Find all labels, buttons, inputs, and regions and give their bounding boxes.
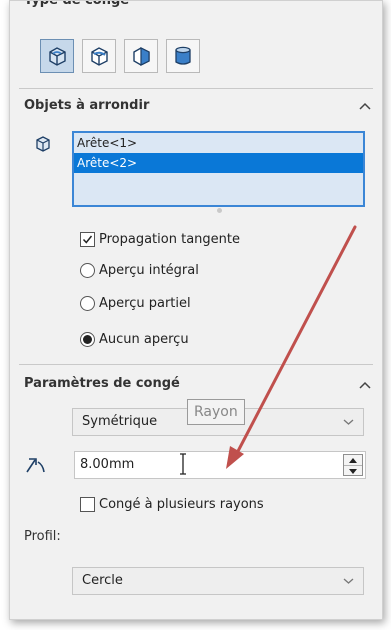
radius-spinner[interactable] xyxy=(343,454,363,476)
partial-preview-label: Aperçu partiel xyxy=(99,296,191,311)
no-preview-label: Aucun aperçu xyxy=(99,332,189,347)
spin-down-button[interactable] xyxy=(344,465,362,476)
propagation-checkbox[interactable] xyxy=(80,232,95,247)
radius-input[interactable]: 8.00mm xyxy=(74,451,366,479)
radius-icon xyxy=(26,458,45,473)
chevron-down-icon xyxy=(343,578,354,584)
propagation-option[interactable]: Propagation tangente xyxy=(80,232,240,247)
profile-value: Cercle xyxy=(82,573,123,588)
no-preview-option[interactable]: Aucun aperçu xyxy=(80,332,189,347)
chevron-up-icon[interactable] xyxy=(358,101,372,111)
full-round-fillet-button[interactable] xyxy=(166,39,200,73)
spin-up-button[interactable] xyxy=(344,455,362,465)
profile-select[interactable]: Cercle xyxy=(72,567,364,595)
chevron-down-icon xyxy=(343,419,354,425)
partial-preview-radio[interactable] xyxy=(80,296,95,311)
edge-selection-cube-icon xyxy=(36,136,50,152)
fillet-type-buttons xyxy=(40,39,200,73)
multi-radius-option[interactable]: Congé à plusieurs rayons xyxy=(80,497,264,512)
section-divider xyxy=(19,88,373,89)
section-divider xyxy=(19,364,373,365)
items-to-fillet-title: Objets à arrondir xyxy=(24,98,150,113)
checkmark-icon xyxy=(82,235,93,244)
partial-preview-option[interactable]: Aperçu partiel xyxy=(80,296,191,311)
list-item[interactable]: Arête<2> xyxy=(74,153,363,173)
full-preview-option[interactable]: Aperçu intégral xyxy=(80,263,199,278)
propagation-label: Propagation tangente xyxy=(99,232,240,247)
multi-radius-checkbox[interactable] xyxy=(80,497,95,512)
chevron-up-icon[interactable] xyxy=(358,380,372,390)
fillet-method-value: Symétrique xyxy=(82,414,158,429)
constant-fillet-icon xyxy=(49,47,66,66)
radius-tooltip: Rayon xyxy=(187,399,245,425)
caret-down-icon xyxy=(349,468,357,474)
variable-size-fillet-button[interactable] xyxy=(82,39,116,73)
profile-label: Profil: xyxy=(24,529,61,544)
face-fillet-button[interactable] xyxy=(124,39,158,73)
text-cursor-icon xyxy=(180,453,186,475)
list-item[interactable]: Arête<1> xyxy=(74,133,363,153)
full-preview-label: Aperçu intégral xyxy=(99,263,199,278)
radius-value: 8.00mm xyxy=(80,457,135,472)
no-preview-radio[interactable] xyxy=(80,332,95,347)
fillet-parameters-title: Paramètres de congé xyxy=(24,376,180,391)
fillet-property-manager: Type de congé Objets à arrondir Arête<1>… xyxy=(9,0,383,620)
list-resize-handle[interactable] xyxy=(217,208,222,213)
multi-radius-label: Congé à plusieurs rayons xyxy=(99,497,264,512)
full-preview-radio[interactable] xyxy=(80,263,95,278)
face-fillet-icon xyxy=(133,47,150,66)
variable-fillet-icon xyxy=(91,47,108,66)
constant-size-fillet-button[interactable] xyxy=(40,39,74,73)
items-to-fillet-list[interactable]: Arête<1> Arête<2> xyxy=(72,131,365,207)
fillet-type-title: Type de congé xyxy=(24,0,130,8)
full-round-fillet-icon xyxy=(175,46,191,65)
caret-up-icon xyxy=(349,457,357,463)
